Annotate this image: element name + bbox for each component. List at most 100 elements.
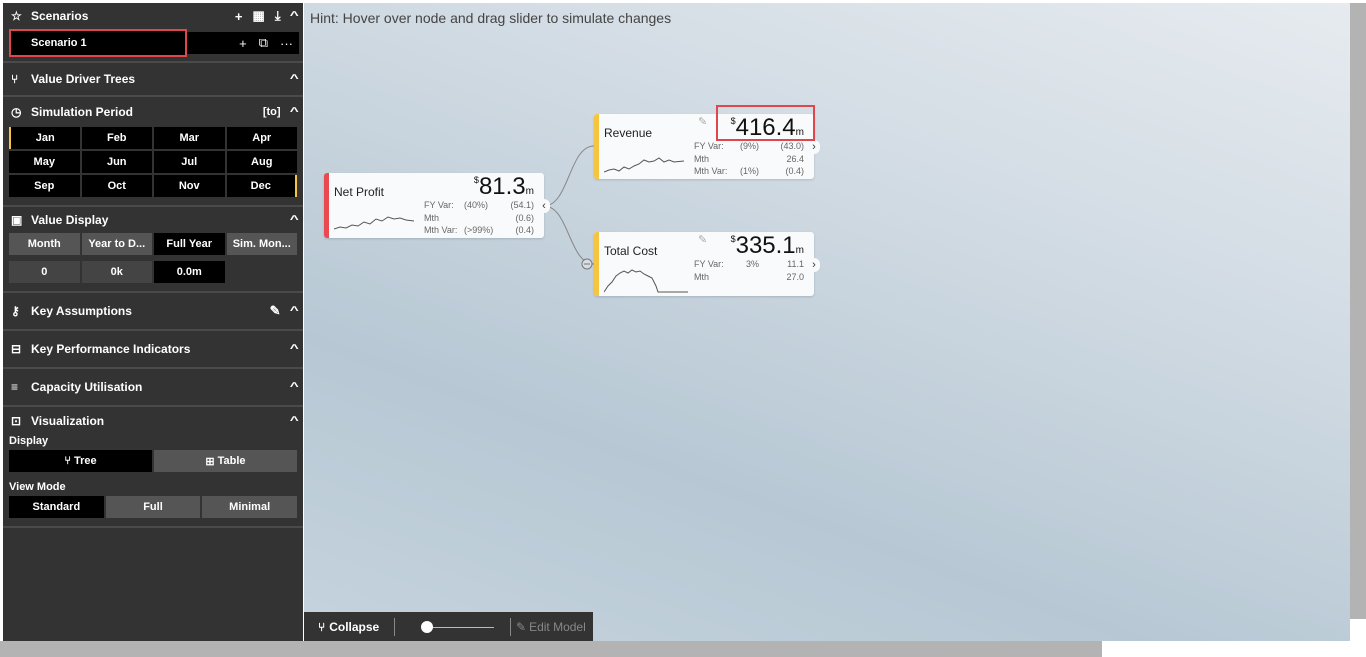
capacity-title: Capacity Utilisation — [31, 380, 143, 394]
month-dec[interactable]: Dec — [226, 175, 297, 197]
expand-node-icon[interactable]: › — [808, 140, 820, 154]
bottom-toolbar: ⑂ Collapse ✎ Edit Model — [304, 612, 593, 641]
kpi-icon: ⊟ — [11, 342, 22, 356]
expand-node-icon[interactable]: › — [808, 258, 820, 272]
mth-var-value: (0.4) — [515, 225, 534, 235]
node-net-profit[interactable]: Net Profit $81.3m FY Var: (40%) (54.1) M… — [324, 173, 550, 238]
horizontal-scrollbar[interactable] — [0, 641, 1102, 657]
mth-var-label: Mth Var: — [694, 166, 728, 176]
period-mode-toggle[interactable]: [to] — [263, 106, 281, 118]
collapse-value-display-icon[interactable]: ^ — [289, 214, 298, 226]
zoom-slider-handle[interactable] — [421, 621, 433, 633]
node-value: $81.3m — [474, 173, 534, 201]
fy-var-pct: (40%) — [464, 200, 489, 210]
expand-vdt-icon[interactable]: ^ — [289, 73, 298, 85]
value-highlight-box — [716, 105, 815, 141]
tree-connectors — [543, 145, 595, 270]
sliders-icon: ≡ — [11, 380, 19, 394]
month-oct[interactable]: Oct — [81, 175, 152, 197]
sparkline — [604, 157, 685, 173]
tree-icon: ⑂ — [11, 72, 19, 86]
display-icon: ▣ — [11, 213, 23, 227]
collapse-visualization-icon[interactable]: ^ — [289, 415, 298, 427]
key-assumptions-title: Key Assumptions — [31, 304, 132, 318]
format-0[interactable]: 0 — [9, 261, 80, 283]
key-icon: ⚷ — [11, 304, 20, 318]
add-icon[interactable]: + — [239, 36, 247, 51]
collapse-period-icon[interactable]: ^ — [289, 106, 298, 118]
tree-icon: ⑂ — [318, 619, 326, 634]
mth-label: Mth — [694, 154, 710, 164]
capacity-header[interactable]: ≡ Capacity Utilisation ^ — [3, 369, 303, 405]
edit-model-label: Edit Model — [529, 619, 586, 634]
format-0-0m[interactable]: 0.0m — [154, 261, 225, 283]
mth-var-pct: (>99%) — [464, 225, 494, 235]
collapse-scenarios-icon[interactable]: ^ — [289, 10, 298, 22]
more-icon[interactable]: ··· — [280, 36, 293, 51]
display-tree-button[interactable]: ⑂ Tree — [9, 450, 152, 472]
fy-var-pct: 3% — [746, 259, 760, 269]
tree-icon: ⑂ — [64, 455, 71, 467]
app-root: ☆ Scenarios + ▦ ⤓ ^ Scenario 1 + ⧉ ··· ⑂ — [0, 0, 1366, 657]
add-scenario-icon[interactable]: + — [235, 9, 243, 24]
month-sep[interactable]: Sep — [9, 175, 80, 197]
value-display-title: Value Display — [31, 213, 109, 227]
display-table-button[interactable]: ⊞ Table — [154, 450, 297, 472]
scenario-label: Scenario 1 — [31, 37, 87, 49]
copy-icon[interactable]: ⧉ — [259, 35, 268, 51]
currency-symbol: $ — [730, 234, 736, 244]
view-mode-full[interactable]: Full — [105, 496, 201, 518]
sparkline — [604, 269, 688, 293]
month-mar[interactable]: Mar — [154, 127, 225, 149]
option-month[interactable]: Month — [9, 233, 80, 255]
value-driver-trees-header[interactable]: ⑂ Value Driver Trees ^ — [3, 63, 303, 95]
collapse-node-icon[interactable]: ‹ — [538, 199, 550, 213]
option-sim-month[interactable]: Sim. Mon... — [226, 233, 297, 255]
expand-kpi-icon[interactable]: ^ — [289, 343, 298, 355]
format-0k[interactable]: 0k — [81, 261, 152, 283]
key-assumptions-header[interactable]: ⚷ Key Assumptions ✎ ^ — [3, 293, 303, 329]
mth-value: 27.0 — [786, 272, 804, 282]
pencil-icon[interactable]: ✎ — [698, 115, 707, 128]
expand-capacity-icon[interactable]: ^ — [289, 381, 298, 393]
display-tree-label: Tree — [73, 455, 97, 467]
month-jul[interactable]: Jul — [154, 151, 225, 173]
month-jun[interactable]: Jun — [81, 151, 152, 173]
visualization-title: Visualization — [31, 414, 105, 428]
option-full-year[interactable]: Full Year — [154, 233, 225, 255]
edit-assumptions-icon[interactable]: ✎ — [270, 303, 281, 319]
toolbar-divider — [394, 618, 395, 636]
view-mode-standard[interactable]: Standard — [9, 496, 104, 518]
value-number: 81.3 — [478, 173, 526, 200]
view-mode-minimal[interactable]: Minimal — [202, 496, 297, 518]
month-jan[interactable]: Jan — [9, 127, 80, 149]
sidebar: ☆ Scenarios + ▦ ⤓ ^ Scenario 1 + ⧉ ··· ⑂ — [3, 3, 303, 641]
collapse-label: Collapse — [329, 619, 380, 634]
month-feb[interactable]: Feb — [81, 127, 152, 149]
month-aug[interactable]: Aug — [226, 151, 297, 173]
option-year-to-date[interactable]: Year to D... — [81, 233, 152, 255]
vertical-scrollbar[interactable] — [1350, 3, 1366, 619]
node-total-cost[interactable]: Total Cost ✎ $335.1m FY Var: 3% 11.1 Mth… — [594, 232, 820, 296]
months-grid: Jan Feb Mar Apr May Jun Jul Aug Sep Oct … — [9, 127, 297, 197]
month-apr[interactable]: Apr — [226, 127, 297, 149]
manage-scenarios-icon[interactable]: ▦ — [253, 8, 265, 24]
scenario-item-active[interactable]: Scenario 1 — [9, 29, 187, 57]
download-icon[interactable]: ⤓ — [275, 8, 281, 24]
fy-var-label: FY Var: — [424, 200, 454, 210]
toolbar-divider — [510, 618, 511, 636]
tree-canvas[interactable]: Hint: Hover over node and drag slider to… — [304, 3, 1350, 641]
node-status-bar — [324, 173, 329, 238]
month-may[interactable]: May — [9, 151, 80, 173]
kpi-header[interactable]: ⊟ Key Performance Indicators ^ — [3, 331, 303, 367]
month-nov[interactable]: Nov — [154, 175, 225, 197]
node-value: $335.1m — [731, 232, 804, 260]
expand-assumptions-icon[interactable]: ^ — [289, 305, 298, 317]
collapse-button[interactable]: ⑂ Collapse — [318, 612, 379, 641]
display-options: ⑂ Tree ⊞ Table — [9, 450, 297, 472]
pencil-icon[interactable]: ✎ — [698, 233, 707, 246]
zoom-slider-track[interactable] — [424, 627, 494, 628]
edit-model-button[interactable]: ✎ Edit Model — [516, 612, 586, 641]
scenarios-header: ☆ Scenarios + ▦ ⤓ ^ — [3, 3, 303, 29]
fy-var-value: (54.1) — [510, 200, 534, 210]
